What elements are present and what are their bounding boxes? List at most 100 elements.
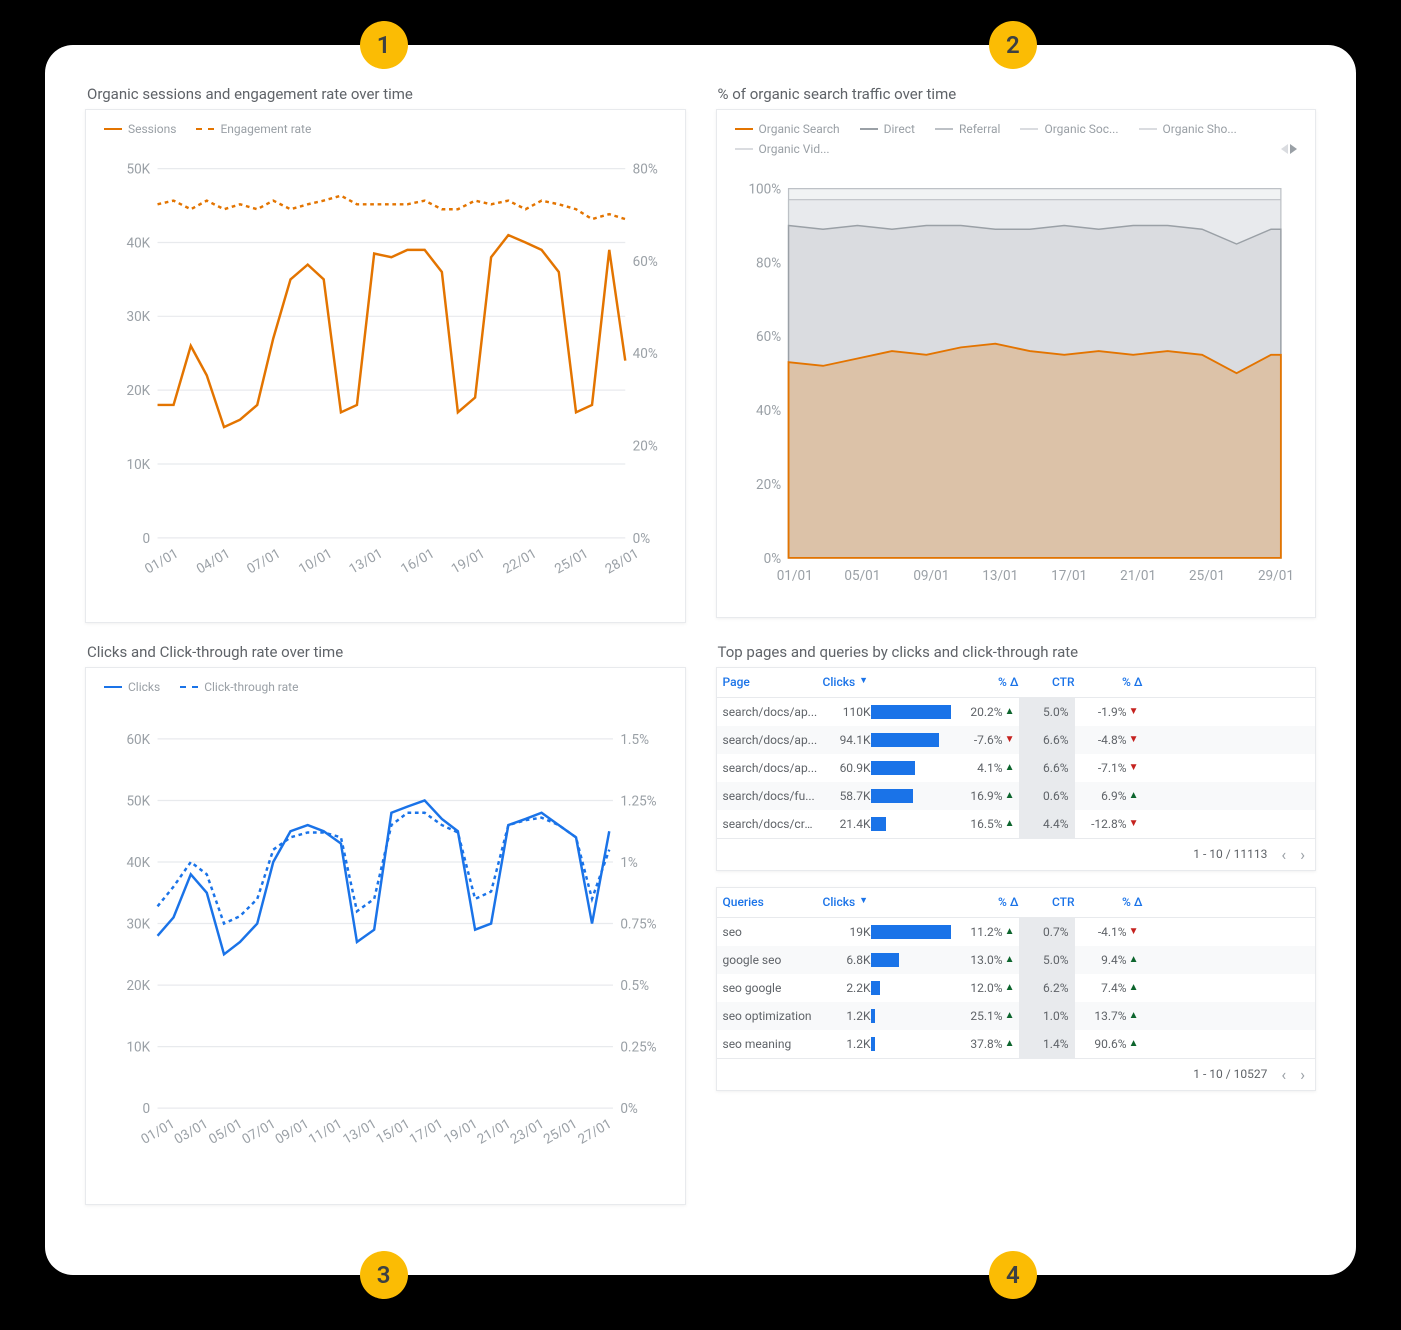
table-row[interactable]: google seo 6.8K 13.0% ▲ 5.0% 9.4% ▲ bbox=[717, 946, 1316, 974]
cell-bar bbox=[871, 1009, 951, 1023]
svg-text:0: 0 bbox=[143, 1101, 151, 1117]
svg-text:13/01: 13/01 bbox=[346, 546, 385, 578]
scroll-left-icon bbox=[1281, 144, 1288, 154]
svg-text:07/01: 07/01 bbox=[239, 1116, 278, 1148]
hdr-q-delta2[interactable]: % Δ bbox=[1075, 895, 1143, 909]
sort-icon: ▼ bbox=[859, 895, 868, 909]
svg-text:11/01: 11/01 bbox=[306, 1116, 345, 1148]
hdr-ctr[interactable]: CTR bbox=[1019, 675, 1075, 689]
svg-text:80%: 80% bbox=[756, 255, 781, 271]
cell-page: seo google bbox=[723, 981, 823, 995]
hdr-queries[interactable]: Queries bbox=[723, 895, 823, 909]
cell-clicks: 21.4K bbox=[823, 817, 871, 831]
queries-pagination: 1 - 10 / 10527 bbox=[1193, 1067, 1267, 1081]
table-row[interactable]: seo google 2.2K 12.0% ▲ 6.2% 7.4% ▲ bbox=[717, 974, 1316, 1002]
legend-scroll[interactable] bbox=[1281, 144, 1297, 154]
hdr-delta[interactable]: % Δ bbox=[951, 675, 1019, 689]
cell-ctr: 5.0% bbox=[1019, 946, 1075, 974]
table-queries-footer: 1 - 10 / 10527 ‹ › bbox=[717, 1058, 1316, 1090]
leg-ref: Referral bbox=[959, 122, 1001, 136]
svg-text:10K: 10K bbox=[126, 457, 150, 473]
table-row[interactable]: seo optimization 1.2K 25.1% ▲ 1.0% 13.7%… bbox=[717, 1002, 1316, 1030]
cell-clicks: 6.8K bbox=[823, 953, 871, 967]
hdr-q-ctr[interactable]: CTR bbox=[1019, 895, 1075, 909]
table-row[interactable]: search/docs/cra... 21.4K 16.5% ▲ 4.4% -1… bbox=[717, 810, 1316, 838]
svg-text:29/01: 29/01 bbox=[1257, 568, 1293, 584]
arrow-up-icon: ▲ bbox=[1005, 926, 1015, 937]
svg-text:60%: 60% bbox=[756, 329, 781, 345]
cell-bar bbox=[871, 925, 951, 939]
legend-engagement: Engagement rate bbox=[220, 122, 311, 136]
leg-soc: Organic Soc... bbox=[1044, 122, 1118, 136]
table-queries[interactable]: Queries Clicks ▼ % Δ CTR % Δ seo 19K 11.… bbox=[716, 887, 1317, 1091]
cell-delta: 37.8% ▲ bbox=[951, 1037, 1019, 1051]
arrow-down-icon: ▼ bbox=[1129, 818, 1139, 829]
panel-tables: Top pages and queries by clicks and clic… bbox=[716, 643, 1317, 1205]
table-row[interactable]: seo meaning 1.2K 37.8% ▲ 1.4% 90.6% ▲ bbox=[717, 1030, 1316, 1058]
prev-page-button[interactable]: ‹ bbox=[1281, 845, 1286, 864]
svg-text:80%: 80% bbox=[633, 162, 658, 178]
cell-delta: 13.0% ▲ bbox=[951, 953, 1019, 967]
table-pages[interactable]: Page Clicks ▼ % Δ CTR % Δ search/docs/ap… bbox=[716, 667, 1317, 871]
leg-ctr: Click-through rate bbox=[204, 680, 298, 694]
cell-bar bbox=[871, 761, 951, 775]
arrow-up-icon: ▲ bbox=[1005, 706, 1015, 717]
leg-os: Organic Search bbox=[759, 122, 840, 136]
hdr-page[interactable]: Page bbox=[723, 675, 823, 689]
table-row[interactable]: search/docs/ap... 110K 20.2% ▲ 5.0% -1.9… bbox=[717, 698, 1316, 726]
hdr-delta2[interactable]: % Δ bbox=[1075, 675, 1143, 689]
svg-text:27/01: 27/01 bbox=[575, 1116, 614, 1148]
cell-delta2: -4.8% ▼ bbox=[1075, 733, 1143, 747]
chart3-title: Clicks and Click-through rate over time bbox=[85, 643, 686, 661]
prev-page-button[interactable]: ‹ bbox=[1281, 1065, 1286, 1084]
svg-text:60%: 60% bbox=[633, 254, 658, 270]
cell-ctr: 1.4% bbox=[1019, 1030, 1075, 1058]
svg-text:21/01: 21/01 bbox=[474, 1116, 513, 1148]
cell-page: seo bbox=[723, 925, 823, 939]
cell-delta2: 9.4% ▲ bbox=[1075, 953, 1143, 967]
chart2-card[interactable]: Organic Search Direct Referral Organic S… bbox=[716, 109, 1317, 618]
cell-delta: 16.9% ▲ bbox=[951, 789, 1019, 803]
table-row[interactable]: search/docs/ap... 94.1K -7.6% ▼ 6.6% -4.… bbox=[717, 726, 1316, 754]
cell-bar bbox=[871, 1037, 951, 1051]
svg-text:0.75%: 0.75% bbox=[620, 916, 656, 932]
svg-text:20K: 20K bbox=[126, 383, 150, 399]
svg-text:17/01: 17/01 bbox=[1051, 568, 1087, 584]
chart3-card[interactable]: Clicks Click-through rate 0 10K 20K bbox=[85, 667, 686, 1205]
cell-ctr: 1.0% bbox=[1019, 1002, 1075, 1030]
svg-text:01/01: 01/01 bbox=[142, 546, 181, 578]
svg-text:13/01: 13/01 bbox=[982, 568, 1018, 584]
hdr-q-delta[interactable]: % Δ bbox=[951, 895, 1019, 909]
panel-clicks: Clicks and Click-through rate over time … bbox=[85, 643, 686, 1205]
cell-clicks: 94.1K bbox=[823, 733, 871, 747]
cell-clicks: 1.2K bbox=[823, 1009, 871, 1023]
svg-text:15/01: 15/01 bbox=[374, 1116, 413, 1148]
cell-delta: -7.6% ▼ bbox=[951, 733, 1019, 747]
svg-text:17/01: 17/01 bbox=[407, 1116, 446, 1148]
cell-page: seo optimization bbox=[723, 1009, 823, 1023]
cell-clicks: 19K bbox=[823, 925, 871, 939]
arrow-up-icon: ▲ bbox=[1129, 954, 1139, 965]
table-row[interactable]: search/docs/ap... 60.9K 4.1% ▲ 6.6% -7.1… bbox=[717, 754, 1316, 782]
cell-delta2: -4.1% ▼ bbox=[1075, 925, 1143, 939]
chart2-svg: 0% 20% 40% 60% 80% 100% 01/01 05/01 09/0… bbox=[727, 164, 1306, 607]
svg-text:03/01: 03/01 bbox=[172, 1116, 211, 1148]
cell-bar bbox=[871, 705, 951, 719]
svg-text:40K: 40K bbox=[126, 855, 150, 871]
cell-ctr: 5.0% bbox=[1019, 698, 1075, 726]
table-row[interactable]: seo 19K 11.2% ▲ 0.7% -4.1% ▼ bbox=[717, 918, 1316, 946]
chart3-legend: Clicks Click-through rate bbox=[96, 676, 675, 702]
svg-text:50K: 50K bbox=[126, 162, 150, 178]
cell-bar bbox=[871, 817, 951, 831]
svg-text:1.5%: 1.5% bbox=[620, 732, 649, 748]
table-row[interactable]: search/docs/fu... 58.7K 16.9% ▲ 0.6% 6.9… bbox=[717, 782, 1316, 810]
cell-page: search/docs/cra... bbox=[723, 817, 823, 831]
chart2-title: % of organic search traffic over time bbox=[716, 85, 1317, 103]
next-page-button[interactable]: › bbox=[1300, 845, 1305, 864]
arrow-up-icon: ▲ bbox=[1005, 762, 1015, 773]
chart1-card[interactable]: Sessions Engagement rate 0 10K 20K bbox=[85, 109, 686, 623]
arrow-up-icon: ▲ bbox=[1005, 954, 1015, 965]
next-page-button[interactable]: › bbox=[1300, 1065, 1305, 1084]
cell-delta: 25.1% ▲ bbox=[951, 1009, 1019, 1023]
svg-text:60K: 60K bbox=[126, 732, 150, 748]
